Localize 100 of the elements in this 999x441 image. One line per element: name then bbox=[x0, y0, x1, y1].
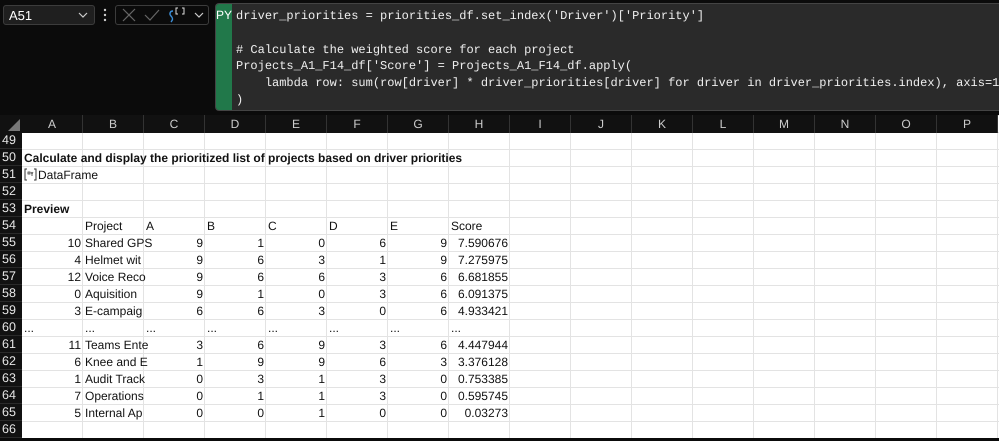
table-cell: 1 bbox=[379, 252, 386, 266]
python-badge: PY bbox=[216, 4, 232, 110]
column-label: E bbox=[390, 218, 398, 232]
row-number[interactable]: 58 bbox=[0, 285, 22, 302]
table-cell: 6 bbox=[379, 354, 386, 368]
column-header[interactable]: K bbox=[632, 115, 693, 133]
table-cell: 3 bbox=[379, 372, 386, 386]
table-cell: Aquisition bbox=[85, 286, 138, 300]
column-header[interactable]: H bbox=[449, 115, 510, 133]
column-header[interactable]: N bbox=[815, 115, 876, 133]
column-header[interactable]: D bbox=[205, 115, 266, 133]
column-header[interactable]: P bbox=[937, 115, 998, 133]
table-cell: 6 bbox=[257, 304, 264, 318]
table-cell: 3 bbox=[379, 388, 386, 402]
more-options-icon[interactable] bbox=[103, 8, 107, 22]
check-icon[interactable] bbox=[144, 9, 160, 21]
row-number[interactable]: 63 bbox=[0, 370, 22, 387]
code-editor[interactable] bbox=[215, 3, 999, 111]
table-cell: 0.753385 bbox=[458, 372, 508, 386]
column-label: D bbox=[329, 218, 338, 232]
row-number[interactable]: 50 bbox=[0, 149, 22, 166]
column-header[interactable]: C bbox=[144, 115, 205, 133]
row-number[interactable]: 57 bbox=[0, 268, 22, 285]
table-cell: 1 bbox=[318, 388, 325, 402]
table-cell: 6 bbox=[257, 252, 264, 266]
table-cell: 3 bbox=[440, 354, 447, 368]
row-number[interactable]: 66 bbox=[0, 421, 22, 438]
table-cell: 3 bbox=[196, 338, 203, 352]
column-header[interactable]: B bbox=[83, 115, 144, 133]
column-header[interactable]: O bbox=[876, 115, 937, 133]
table-cell: 6 bbox=[440, 270, 447, 284]
cancel-icon[interactable] bbox=[122, 8, 136, 22]
python-object-icon[interactable] bbox=[24, 168, 37, 181]
table-cell: Operations bbox=[85, 388, 144, 402]
table-cell: Internal Ap bbox=[85, 406, 142, 420]
column-header[interactable]: E bbox=[266, 115, 327, 133]
row-number[interactable]: 64 bbox=[0, 387, 22, 404]
index-value: 0 bbox=[74, 286, 81, 300]
row-number[interactable]: 56 bbox=[0, 251, 22, 268]
row-number[interactable]: 53 bbox=[0, 200, 22, 217]
table-cell: 0 bbox=[196, 406, 203, 420]
row-number[interactable]: 62 bbox=[0, 353, 22, 370]
table-cell: 3 bbox=[318, 304, 325, 318]
select-all-corner[interactable] bbox=[8, 119, 20, 131]
table-cell: 1 bbox=[196, 354, 203, 368]
column-header[interactable]: A bbox=[22, 115, 83, 133]
column-label: B bbox=[207, 218, 216, 232]
table-cell: 0 bbox=[257, 406, 264, 420]
table-cell: 4.447944 bbox=[458, 338, 508, 352]
table-cell: 3 bbox=[318, 252, 325, 266]
table-cell: 6 bbox=[318, 270, 325, 284]
table-cell: 9 bbox=[196, 236, 203, 250]
table-cell: 0 bbox=[196, 388, 203, 402]
column-label: Project bbox=[85, 218, 122, 232]
column-header[interactable]: L bbox=[693, 115, 754, 133]
code-line: # Calculate the weighted score for each project bbox=[236, 42, 574, 58]
table-cell: Helmet wit bbox=[85, 252, 142, 266]
python-output-icon[interactable] bbox=[168, 7, 186, 23]
row-number[interactable]: 59 bbox=[0, 302, 22, 319]
column-header[interactable]: M bbox=[754, 115, 815, 133]
row-number[interactable]: 55 bbox=[0, 234, 22, 251]
table-cell: 4.933421 bbox=[458, 304, 508, 318]
table-cell: 1 bbox=[318, 406, 325, 420]
table-cell: 1 bbox=[318, 372, 325, 386]
table-cell: 6 bbox=[257, 270, 264, 284]
table-cell: 6 bbox=[440, 286, 447, 300]
table-cell: 0.595745 bbox=[458, 388, 508, 402]
row-number[interactable]: 51 bbox=[0, 166, 22, 183]
table-cell: 9 bbox=[196, 252, 203, 266]
column-label: A bbox=[146, 218, 154, 232]
index-value: 12 bbox=[68, 270, 81, 284]
column-label: Score bbox=[451, 218, 482, 232]
table-cell: 3 bbox=[379, 270, 386, 284]
row-number[interactable]: 65 bbox=[0, 404, 22, 421]
table-cell: 0 bbox=[440, 406, 447, 420]
column-header[interactable]: G bbox=[388, 115, 449, 133]
table-cell: 0 bbox=[318, 236, 325, 250]
table-cell: 0 bbox=[318, 286, 325, 300]
table-cell: 6 bbox=[257, 338, 264, 352]
row-number[interactable]: 54 bbox=[0, 217, 22, 234]
table-cell: Teams Ente bbox=[85, 338, 148, 352]
ellipsis-cell: ... bbox=[85, 320, 96, 334]
name-box[interactable]: A51 bbox=[3, 5, 95, 25]
table-cell: Knee and E bbox=[85, 354, 148, 368]
column-header[interactable]: F bbox=[327, 115, 388, 133]
heading-text: Preview bbox=[24, 202, 70, 216]
table-cell: 9 bbox=[318, 338, 325, 352]
column-header[interactable]: I bbox=[510, 115, 571, 133]
index-value: 4 bbox=[74, 252, 81, 266]
index-value: 10 bbox=[68, 236, 81, 250]
row-number[interactable]: 52 bbox=[0, 183, 22, 200]
column-header[interactable]: J bbox=[571, 115, 632, 133]
chevron-down-icon[interactable] bbox=[194, 12, 204, 18]
table-cell: 7.275975 bbox=[458, 252, 508, 266]
row-number[interactable]: 61 bbox=[0, 336, 22, 353]
table-cell: 0 bbox=[440, 388, 447, 402]
ellipsis-cell: ... bbox=[207, 320, 218, 334]
row-number[interactable]: 60 bbox=[0, 319, 22, 336]
table-cell: 0 bbox=[379, 406, 386, 420]
row-number[interactable]: 49 bbox=[0, 132, 22, 149]
